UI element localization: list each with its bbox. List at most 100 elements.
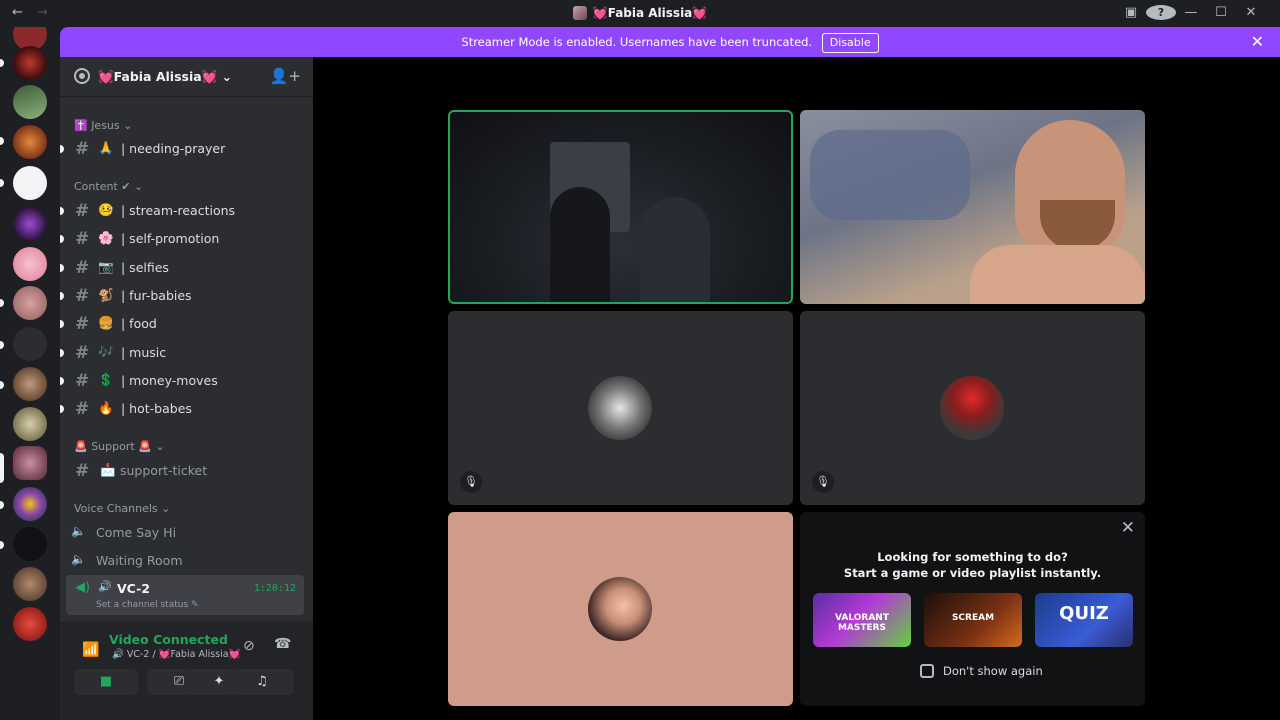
- server-icon[interactable]: [13, 46, 47, 80]
- speaker-icon: 🔈: [71, 552, 86, 566]
- channel-money-moves[interactable]: # 💲 | money-moves: [60, 369, 306, 393]
- video-tile-speaking[interactable]: [448, 110, 793, 304]
- server-icon[interactable]: [13, 125, 47, 159]
- channel-music[interactable]: # 🎶 | music: [60, 341, 306, 365]
- dont-show-checkbox[interactable]: [920, 664, 934, 678]
- channel-stream-reactions[interactable]: # 🤒 | stream-reactions: [60, 199, 306, 223]
- activity-card-quiz[interactable]: QUIZ: [1035, 593, 1133, 647]
- channel-food[interactable]: # 🍔 | food: [60, 312, 306, 336]
- activity-card-label: QUIZ: [1059, 603, 1109, 624]
- participant-avatar: [940, 376, 1004, 440]
- heart-icon: 💓: [201, 69, 218, 84]
- category-support[interactable]: 🚨 Support 🚨 ⌄: [74, 440, 165, 453]
- invite-people-icon[interactable]: 👤+: [270, 67, 301, 85]
- close-panel-icon[interactable]: ✕: [1121, 518, 1135, 538]
- unread-dot: [60, 292, 64, 300]
- channel-emoji: 🍔: [98, 315, 114, 330]
- participant-avatar: [588, 577, 652, 641]
- server-icon[interactable]: [13, 527, 47, 561]
- category-content[interactable]: Content ✔ ⌄: [74, 180, 143, 193]
- channel-support-ticket[interactable]: # 📩 support-ticket: [66, 459, 306, 483]
- channel-emoji: 💲: [98, 372, 114, 387]
- server-icon[interactable]: [13, 207, 47, 241]
- voice-channel-come-say-hi[interactable]: 🔈 Come Say Hi: [68, 521, 306, 545]
- server-icon[interactable]: [13, 367, 47, 401]
- channel-emoji: 📷: [98, 259, 114, 274]
- server-icon[interactable]: [13, 327, 47, 361]
- server-icon[interactable]: [13, 446, 47, 480]
- server-icon[interactable]: [13, 286, 47, 320]
- server-icon[interactable]: [13, 247, 47, 281]
- unread-dot: [60, 377, 64, 385]
- server-icon[interactable]: [13, 407, 47, 441]
- heart-icon: 💓: [692, 6, 708, 20]
- banner-message: Streamer Mode is enabled. Usernames have…: [461, 35, 813, 49]
- participant-tile[interactable]: 🎙: [448, 311, 793, 505]
- participant-tile[interactable]: [448, 512, 793, 706]
- video-feed: [640, 197, 710, 302]
- mic-muted-icon: 🎙: [812, 471, 834, 493]
- server-boost-icon: [76, 70, 88, 82]
- inbox-icon[interactable]: ▣: [1116, 5, 1146, 20]
- channel-self-promotion[interactable]: # 🌸 | self-promotion: [60, 227, 306, 251]
- channel-label: | selfies: [121, 260, 169, 275]
- unread-dot: [60, 235, 64, 243]
- voice-channel-label: VC-2: [117, 581, 151, 596]
- category-jesus[interactable]: ✝️ Jesus ⌄: [74, 119, 132, 132]
- unread-dot: [60, 405, 64, 413]
- voice-channel-waiting-room[interactable]: 🔈 Waiting Room: [68, 549, 306, 573]
- disable-button[interactable]: Disable: [821, 33, 879, 53]
- unread-pip: [0, 299, 4, 307]
- noise-suppression-icon[interactable]: ⊘: [243, 638, 255, 654]
- signal-icon[interactable]: 📶: [82, 642, 99, 658]
- soundboard-button[interactable]: ♫: [230, 669, 294, 695]
- channel-emoji: 📩: [100, 462, 116, 477]
- help-icon[interactable]: ?: [1146, 5, 1176, 20]
- connection-status[interactable]: Video Connected: [109, 632, 228, 647]
- channel-needing-prayer[interactable]: # 🙏 | needing-prayer: [60, 137, 306, 161]
- channel-label: support-ticket: [120, 463, 208, 478]
- channel-label: | fur-babies: [121, 288, 192, 303]
- camera-button[interactable]: ■: [74, 669, 138, 695]
- activity-subheading: Start a game or video playlist instantly…: [843, 566, 1102, 580]
- minimize-icon[interactable]: —: [1176, 5, 1206, 20]
- activity-card-scream[interactable]: SCREAM: [924, 593, 1022, 647]
- server-icon[interactable]: [13, 166, 47, 200]
- participant-tile[interactable]: 🎙: [800, 311, 1145, 505]
- server-icon[interactable]: [13, 567, 47, 601]
- channel-fur-babies[interactable]: # 🐒 | fur-babies: [60, 284, 306, 308]
- close-icon[interactable]: ✕: [1236, 5, 1266, 20]
- server-icon[interactable]: [13, 487, 47, 521]
- speaker-icon: 🔊: [98, 580, 112, 593]
- hash-icon: #: [75, 314, 90, 334]
- category-voice-channels[interactable]: Voice Channels ⌄: [74, 502, 170, 515]
- hash-icon: #: [75, 286, 90, 306]
- video-feed: [810, 130, 970, 220]
- activity-card-valorant[interactable]: VALORANT MASTERS: [813, 593, 911, 647]
- disconnect-icon[interactable]: ☎: [274, 636, 291, 652]
- server-icon[interactable]: [13, 607, 47, 641]
- hash-icon: #: [75, 229, 90, 249]
- channel-emoji: 🤒: [98, 202, 114, 217]
- selected-server-pill: [0, 453, 4, 483]
- unread-dot: [60, 145, 64, 153]
- server-header[interactable]: 💓Fabia Alissia💓 ⌄ 👤+: [60, 57, 313, 97]
- dont-show-label[interactable]: Don't show again: [943, 664, 1043, 678]
- video-grid: 🎙 🎙 ✕ Looking for something to do? Start…: [313, 57, 1280, 720]
- hash-icon: #: [75, 399, 90, 419]
- maximize-icon[interactable]: ☐: [1206, 5, 1236, 20]
- hash-icon: #: [75, 371, 90, 391]
- close-banner-icon[interactable]: ✕: [1251, 27, 1264, 57]
- unread-pip: [0, 541, 4, 549]
- server-icon[interactable]: [13, 85, 47, 119]
- unread-dot: [60, 264, 64, 272]
- channel-selfies[interactable]: # 📷 | selfies: [60, 256, 306, 280]
- chevron-down-icon: ⌄: [221, 69, 233, 84]
- hash-icon: #: [75, 258, 90, 278]
- video-tile[interactable]: [800, 110, 1145, 304]
- channel-hot-babes[interactable]: # 🔥 | hot-babes: [60, 397, 306, 421]
- set-channel-status[interactable]: Set a channel status ✎: [96, 600, 199, 610]
- voice-channel-vc-2[interactable]: ◀) 🔊 VC-2 1:20:12 Set a channel status ✎: [66, 575, 304, 615]
- hash-icon: #: [75, 201, 90, 221]
- server-avatar-icon: [572, 6, 587, 20]
